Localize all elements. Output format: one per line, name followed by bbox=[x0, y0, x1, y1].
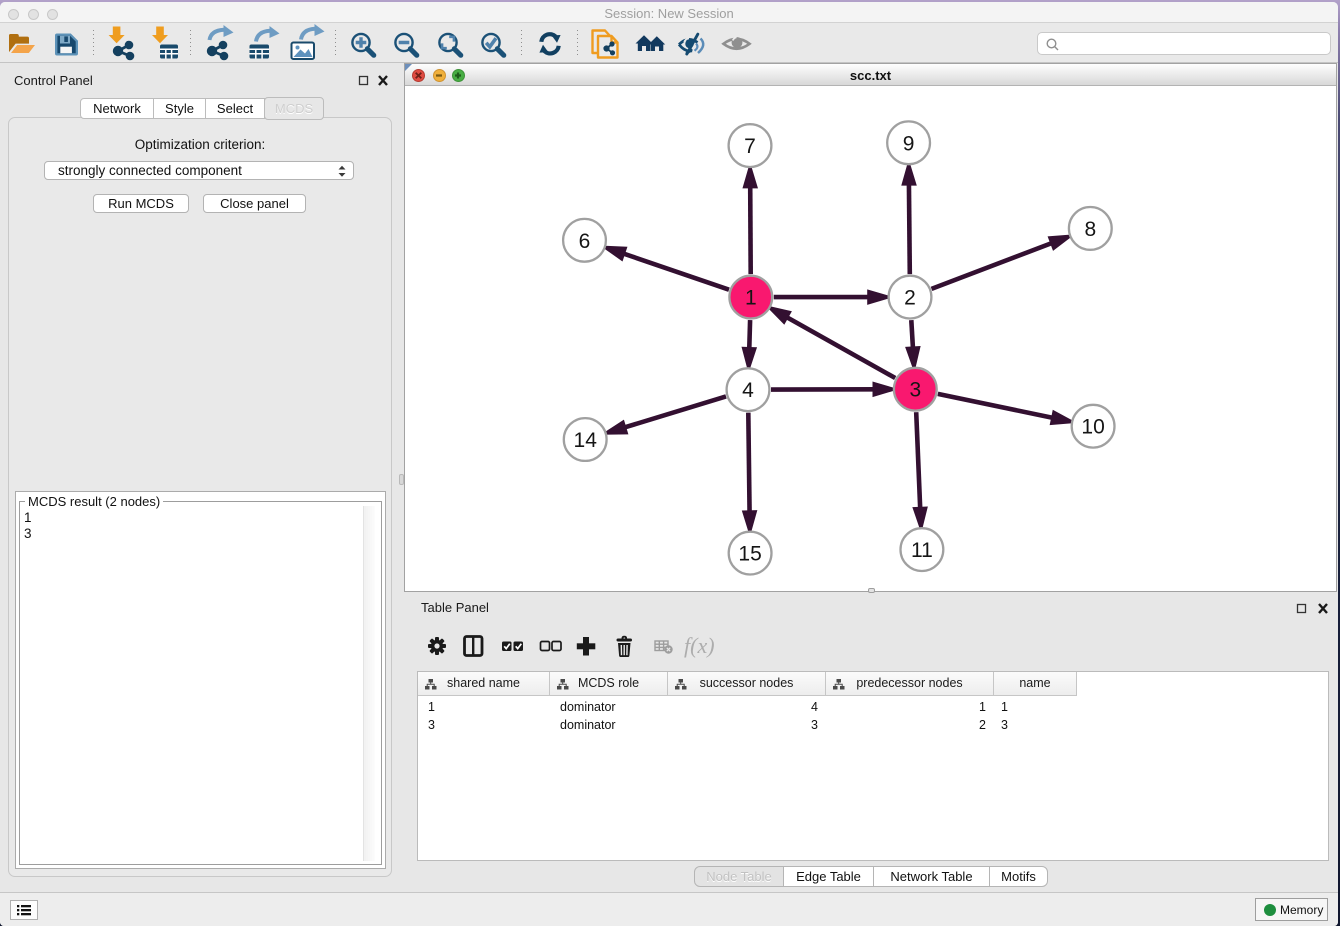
svg-text:14: 14 bbox=[574, 429, 598, 452]
svg-text:8: 8 bbox=[1084, 218, 1096, 241]
svg-text:1: 1 bbox=[745, 287, 757, 310]
svg-text:15: 15 bbox=[738, 543, 761, 566]
svg-text:f(x): f(x) bbox=[684, 633, 715, 658]
svg-text:11: 11 bbox=[911, 539, 933, 562]
svg-text:3: 3 bbox=[909, 379, 921, 402]
svg-text:9: 9 bbox=[903, 132, 915, 155]
svg-text:7: 7 bbox=[744, 135, 756, 158]
svg-text:6: 6 bbox=[579, 230, 591, 253]
svg-text:4: 4 bbox=[742, 379, 754, 402]
svg-text:10: 10 bbox=[1081, 416, 1104, 439]
svg-text:2: 2 bbox=[904, 287, 916, 310]
